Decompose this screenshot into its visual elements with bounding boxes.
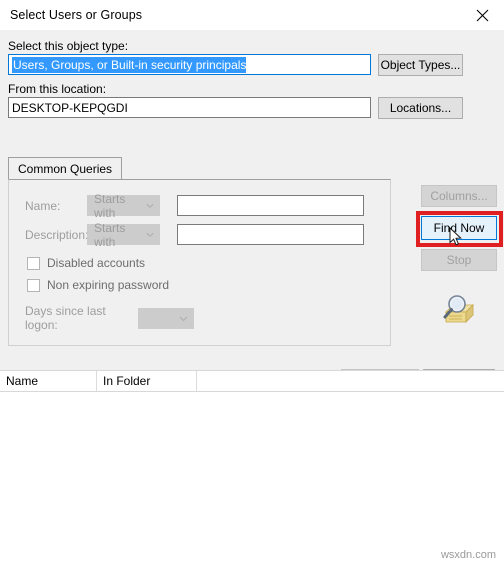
close-button[interactable] bbox=[460, 0, 504, 30]
location-value: DESKTOP-KEPQGDI bbox=[12, 100, 128, 115]
common-queries-panel: Name: Starts with Description: Starts wi… bbox=[8, 179, 391, 346]
column-header-name[interactable]: Name bbox=[0, 371, 97, 391]
disabled-accounts-label: Disabled accounts bbox=[47, 256, 146, 270]
name-label: Name: bbox=[25, 198, 61, 213]
find-now-button[interactable]: Find Now bbox=[421, 216, 497, 240]
location-input[interactable]: DESKTOP-KEPQGDI bbox=[8, 97, 371, 118]
close-icon bbox=[476, 9, 488, 21]
search-folder-icon bbox=[443, 295, 474, 323]
description-operator-select[interactable]: Starts with bbox=[87, 221, 160, 249]
listview-header: Name In Folder bbox=[0, 371, 504, 392]
disabled-accounts-checkbox[interactable] bbox=[27, 256, 40, 270]
days-since-logon-select[interactable] bbox=[138, 307, 194, 329]
chevron-down-icon bbox=[146, 203, 154, 209]
disabled-accounts-row[interactable]: Disabled accounts bbox=[27, 256, 145, 270]
search-results-listview[interactable]: Name In Folder bbox=[0, 370, 504, 568]
object-type-input[interactable]: Users, Groups, or Built-in security prin… bbox=[8, 54, 371, 75]
object-type-value: Users, Groups, or Built-in security prin… bbox=[12, 56, 247, 73]
non-expiring-password-checkbox[interactable] bbox=[27, 278, 40, 292]
object-type-label-row: Select this object type: bbox=[8, 39, 128, 53]
non-expiring-password-row[interactable]: Non expiring password bbox=[27, 278, 169, 292]
stop-button[interactable]: Stop bbox=[421, 249, 497, 271]
name-operator-select[interactable]: Starts with bbox=[87, 192, 160, 220]
description-row: Description: Starts with bbox=[25, 221, 365, 249]
object-type-label: Select this object type: bbox=[8, 39, 129, 53]
window-title: Select Users or Groups bbox=[10, 8, 143, 22]
name-input[interactable] bbox=[177, 195, 364, 216]
column-header-in-folder[interactable]: In Folder bbox=[97, 371, 197, 391]
tab-common-queries[interactable]: Common Queries bbox=[8, 157, 123, 180]
locations-button[interactable]: Locations... bbox=[378, 97, 463, 119]
description-operator-value: Starts with bbox=[94, 220, 126, 249]
title-bar: Select Users or Groups bbox=[0, 0, 504, 30]
listview-body[interactable] bbox=[0, 392, 504, 568]
name-operator-value: Starts with bbox=[94, 191, 126, 220]
chevron-down-icon bbox=[179, 316, 188, 321]
watermark: wsxdn.com bbox=[440, 549, 496, 561]
description-label: Description: bbox=[25, 227, 89, 242]
chevron-down-icon bbox=[146, 232, 154, 238]
non-expiring-password-label: Non expiring password bbox=[47, 278, 170, 292]
object-types-button[interactable]: Object Types... bbox=[378, 54, 463, 76]
description-input[interactable] bbox=[177, 224, 364, 245]
name-row: Name: Starts with bbox=[25, 192, 365, 220]
location-label-row: From this location: bbox=[8, 82, 106, 96]
days-since-logon-row: Days since last logon: bbox=[25, 304, 194, 332]
columns-button[interactable]: Columns... bbox=[421, 185, 497, 207]
tab-strip: Common Queries bbox=[8, 157, 391, 180]
days-since-logon-label: Days since last logon: bbox=[25, 304, 106, 332]
location-label: From this location: bbox=[8, 82, 107, 96]
